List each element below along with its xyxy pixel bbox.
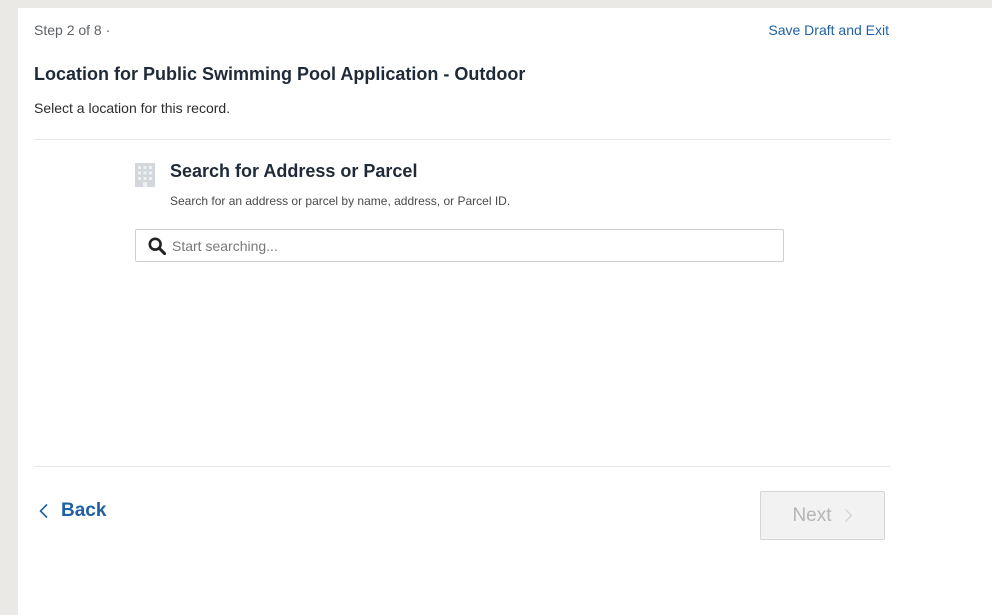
bottom-divider (34, 466, 890, 467)
page-subtitle: Select a location for this record. (34, 100, 231, 116)
back-button-label: Back (61, 500, 107, 521)
search-input[interactable] (172, 231, 783, 260)
save-draft-and-exit-link[interactable]: Save Draft and Exit (768, 22, 889, 38)
chevron-left-icon (38, 503, 61, 519)
search-box[interactable] (135, 229, 784, 262)
application-form: Step 2 of 8 · Save Draft and Exit Locati… (18, 8, 992, 615)
page-title: Location for Public Swimming Pool Applic… (34, 64, 526, 84)
back-button[interactable]: Back (38, 500, 106, 522)
next-button[interactable]: Next (760, 491, 885, 540)
building-icon (135, 163, 155, 187)
search-section-title: Search for Address or Parcel (170, 161, 418, 181)
next-button-label: Next (792, 504, 832, 526)
top-divider (34, 139, 890, 140)
step-indicator: Step 2 of 8 · (34, 22, 111, 38)
search-section-help: Search for an address or parcel by name,… (170, 194, 511, 208)
search-icon (136, 236, 172, 255)
chevron-right-icon (832, 508, 853, 523)
